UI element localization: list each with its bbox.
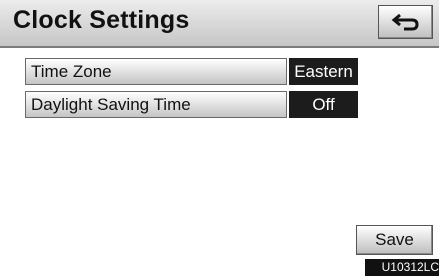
clock-settings-screen: Clock Settings Time Zone Eastern Dayligh… bbox=[0, 0, 439, 276]
setting-row-time-zone[interactable]: Time Zone Eastern bbox=[25, 58, 358, 85]
daylight-saving-time-value: Off bbox=[289, 91, 358, 118]
setting-row-daylight-saving[interactable]: Daylight Saving Time Off bbox=[25, 91, 358, 118]
figure-code-label: U10312LC bbox=[365, 259, 439, 276]
time-zone-button[interactable]: Time Zone bbox=[25, 58, 287, 85]
back-button[interactable] bbox=[378, 5, 433, 39]
daylight-saving-time-button[interactable]: Daylight Saving Time bbox=[25, 91, 287, 118]
time-zone-value: Eastern bbox=[289, 58, 358, 85]
page-title: Clock Settings bbox=[13, 6, 190, 34]
header-bar: Clock Settings bbox=[0, 0, 439, 48]
return-arrow-icon bbox=[391, 13, 419, 31]
save-button[interactable]: Save bbox=[356, 225, 433, 255]
